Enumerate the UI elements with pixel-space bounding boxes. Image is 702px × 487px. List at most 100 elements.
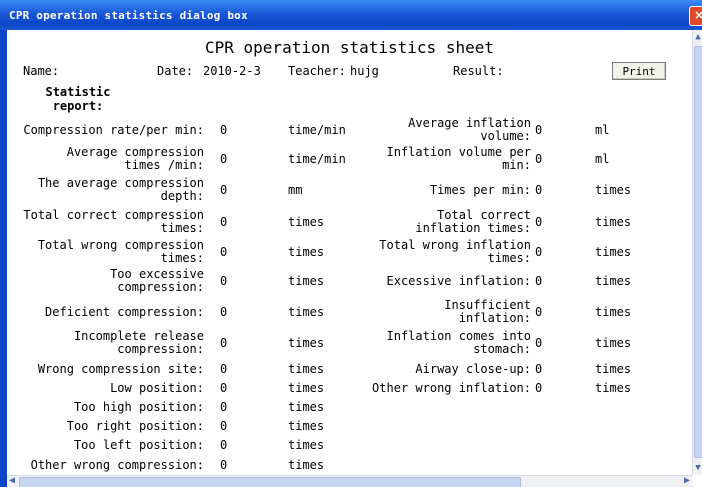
stat-label-line: Excessive inflation: <box>386 273 532 288</box>
left-stat-label: Compression rate/per min: <box>4 122 204 137</box>
stat-label-line: compression: <box>117 342 204 356</box>
stat-label-line: times: <box>160 221 204 235</box>
left-stat-label: Too right position: <box>4 418 204 433</box>
left-stat-value: 0 <box>220 336 228 350</box>
left-stat-label: Incomplete release compression: <box>4 330 204 356</box>
report-title-line: Statistic <box>45 85 111 99</box>
right-stat-label: Other wrong inflation: <box>342 380 531 395</box>
left-stat-value: 0 <box>220 274 228 288</box>
left-stat-unit: times <box>288 438 325 452</box>
left-stat-value: 0 <box>220 458 228 472</box>
right-stat-unit: times <box>595 381 632 395</box>
left-stat-value: 0 <box>220 152 228 166</box>
left-stat-unit: time/min <box>288 123 346 137</box>
vertical-scrollbar[interactable]: ▲ ▼ <box>692 30 702 475</box>
right-stat-unit: times <box>595 245 632 259</box>
left-stat-value: 0 <box>220 381 228 395</box>
report-title-line: report: <box>52 99 104 113</box>
stat-label-line: Too left position: <box>73 437 204 452</box>
stat-label-line: Too right position: <box>66 418 204 433</box>
stat-label-line: Times per min: <box>429 182 531 197</box>
stat-label-line: stomach: <box>473 342 531 356</box>
right-stat-unit: times <box>595 362 632 376</box>
left-stat-unit: times <box>288 215 325 229</box>
right-stat-value: 0 <box>535 336 543 350</box>
stat-label-line: Other wrong compression: <box>30 457 204 472</box>
left-stat-label: Low position: <box>4 380 204 395</box>
print-button[interactable]: Print <box>612 62 666 80</box>
stat-label-line: Low position: <box>110 380 204 395</box>
left-stat-value: 0 <box>220 419 228 433</box>
teacher-label: Teacher: <box>288 64 346 78</box>
horizontal-scrollbar[interactable]: ◀ ▶ <box>7 475 692 487</box>
title-bar[interactable]: CPR operation statistics dialog box × <box>0 0 702 30</box>
stat-label-line: Compression rate/per min: <box>23 122 204 137</box>
left-stat-label: Average compression times /min: <box>4 146 204 172</box>
name-label: Name: <box>23 64 60 78</box>
right-stat-label: Total correct inflation times: <box>342 209 531 235</box>
left-stat-unit: times <box>288 419 325 433</box>
left-stat-unit: times <box>288 400 325 414</box>
left-stat-value: 0 <box>220 123 228 137</box>
left-stat-unit: times <box>288 336 325 350</box>
scroll-up-icon[interactable]: ▲ <box>693 30 702 44</box>
stat-label-line: volume: <box>480 129 531 143</box>
left-stat-unit: times <box>288 381 325 395</box>
left-stat-label: Too left position: <box>4 437 204 452</box>
left-stat-label: Wrong compression site: <box>4 362 204 376</box>
right-stat-unit: times <box>595 183 632 197</box>
right-stat-unit: times <box>595 305 632 319</box>
left-stat-value: 0 <box>220 245 228 259</box>
stat-label-line: min: <box>502 158 531 172</box>
right-stat-value: 0 <box>535 381 543 395</box>
left-stat-unit: time/min <box>288 152 346 166</box>
right-stat-unit: times <box>595 336 632 350</box>
left-stat-label: Other wrong compression: <box>4 457 204 472</box>
right-stat-value: 0 <box>535 305 543 319</box>
left-stat-label: Deficient compression: <box>4 305 204 319</box>
stat-label-line: Too high position: <box>73 399 204 414</box>
left-stat-label: Too high position: <box>4 399 204 414</box>
right-stat-value: 0 <box>535 152 543 166</box>
sheet-title: CPR operation statistics sheet <box>205 38 494 57</box>
left-stat-unit: times <box>288 305 325 319</box>
statistics-sheet: CPR operation statistics sheet Name: Dat… <box>7 30 692 475</box>
right-stat-value: 0 <box>535 183 543 197</box>
stat-label-line: inflation times: <box>415 221 531 235</box>
horizontal-scroll-thumb[interactable] <box>19 477 521 487</box>
scroll-right-icon[interactable]: ▶ <box>684 475 690 486</box>
statistic-report-title: Statistic report: <box>30 85 126 113</box>
right-stat-label: Insufficient inflation: <box>342 299 531 325</box>
stat-label-line: times: <box>487 251 531 265</box>
left-stat-unit: times <box>288 274 325 288</box>
right-stat-unit: times <box>595 274 632 288</box>
left-stat-unit: times <box>288 245 325 259</box>
right-stat-label: Average inflation volume: <box>342 117 531 143</box>
scroll-down-icon[interactable]: ▼ <box>693 461 702 475</box>
stat-label-line: Other wrong inflation: <box>372 380 531 395</box>
date-value: 2010-2-3 <box>203 64 261 78</box>
right-stat-label: Total wrong inflation times: <box>342 239 531 265</box>
stat-label-line: times /min: <box>124 158 204 172</box>
left-stat-label: The average compression depth: <box>4 177 204 203</box>
stat-label-line: times: <box>160 251 204 265</box>
right-stat-value: 0 <box>535 215 543 229</box>
result-label: Result: <box>453 64 504 78</box>
right-stat-value: 0 <box>535 123 543 137</box>
left-stat-value: 0 <box>220 305 228 319</box>
left-stat-value: 0 <box>220 183 228 197</box>
left-stat-label: Too excessive compression: <box>4 268 204 294</box>
stat-label-line: compression: <box>117 280 204 294</box>
left-stat-unit: times <box>288 362 325 376</box>
right-stat-unit: times <box>595 215 632 229</box>
left-stat-label: Total correct compression times: <box>4 209 204 235</box>
close-button[interactable]: × <box>689 6 702 26</box>
left-stat-unit: mm <box>288 183 303 197</box>
left-stat-value: 0 <box>220 362 228 376</box>
right-stat-value: 0 <box>535 362 543 376</box>
date-label: Date: <box>157 64 194 78</box>
vertical-scroll-thumb[interactable] <box>694 46 702 458</box>
left-stat-unit: times <box>288 458 325 472</box>
window-title: CPR operation statistics dialog box <box>9 9 248 22</box>
scroll-left-icon[interactable]: ◀ <box>9 475 15 486</box>
